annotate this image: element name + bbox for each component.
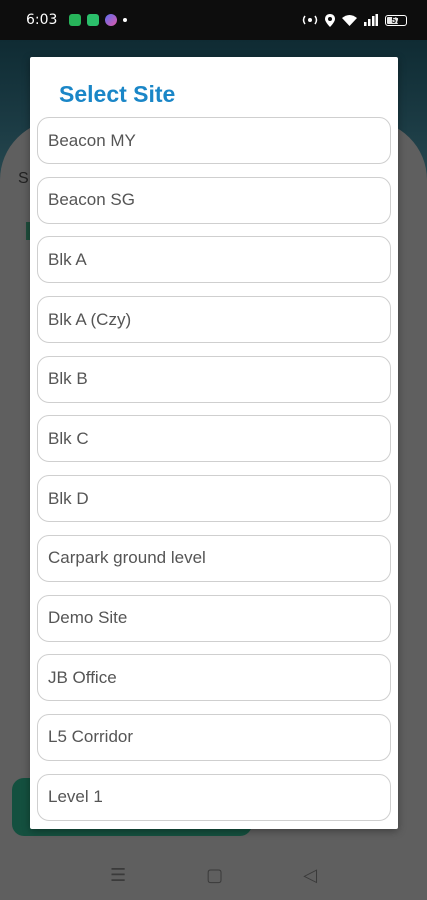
site-option[interactable]: Beacon SG [37,176,391,224]
more-notifications-icon [123,18,128,22]
battery-level: 57 [391,15,401,25]
system-nav-bar: ☰ ▢ ◁ [0,850,427,900]
battery-icon: 57 [385,14,407,26]
site-option[interactable]: Blk A [37,236,391,284]
site-option[interactable]: L5 Corridor [37,713,391,761]
select-site-dialog: Select Site Beacon MY Beacon SG Blk A Blk A… [30,57,398,829]
site-option[interactable]: Blk B [37,355,391,403]
status-right: 57 [302,13,407,27]
hotspot-icon [302,15,318,25]
site-option[interactable]: JB Office [37,654,391,702]
status-left: 6:03 [26,12,128,28]
signal-icon [364,14,378,26]
wifi-icon [342,15,357,26]
site-option[interactable]: Carpark ground level [37,534,391,582]
location-icon [325,13,335,27]
site-option[interactable]: Level 1 [37,773,391,821]
site-option[interactable]: Beacon MY [37,117,391,164]
message-icon [87,14,100,26]
site-option[interactable]: Demo Site [37,594,391,642]
app-notification-icon [69,14,82,26]
status-bar: 6:03 57 [0,0,427,40]
background-partial-text: S [18,170,29,187]
site-option[interactable]: Blk D [37,475,391,523]
status-time: 6:03 [26,12,58,28]
back-icon[interactable]: ◁ [303,865,317,886]
site-list: Beacon MY Beacon SG Blk A Blk A (Czy) Blk B B… [37,117,391,829]
home-icon[interactable]: ▢ [206,865,223,886]
assistant-icon [105,14,118,26]
site-option[interactable]: Blk C [37,415,391,463]
menu-icon[interactable]: ☰ [110,865,126,886]
dialog-title: Select Site [59,81,176,107]
site-option[interactable]: Blk A (Czy) [37,296,391,344]
